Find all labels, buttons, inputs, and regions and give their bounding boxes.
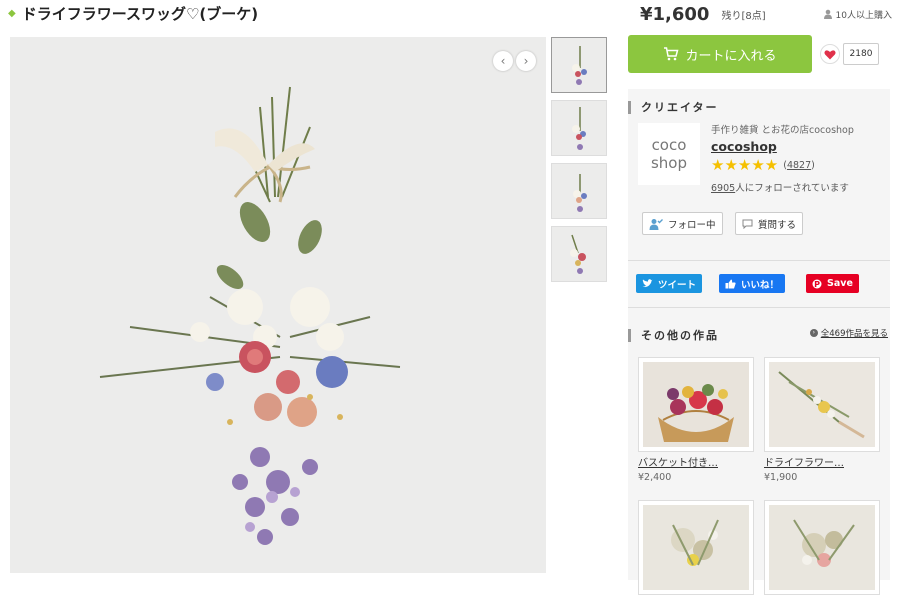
chevron-left-icon[interactable]: ‹ — [493, 51, 513, 71]
save-label: Save — [827, 278, 853, 289]
work-price: ¥1,900 — [764, 472, 798, 483]
bouquet-image — [769, 505, 875, 590]
twitter-icon — [642, 279, 653, 288]
thumbnail-list — [551, 37, 607, 289]
follow-button[interactable]: フォロー中 — [642, 212, 723, 235]
facebook-like-button[interactable]: いいね！ — [719, 274, 786, 293]
divider — [628, 260, 890, 261]
user-icon — [823, 9, 832, 19]
rating: ★★★★★ (4827) — [711, 157, 815, 173]
price-row: ¥1,600 残り[8点] 10人以上購入 — [640, 2, 892, 26]
star-icons: ★★★★★ — [711, 156, 779, 174]
follower-count-link[interactable]: 6905 — [711, 183, 735, 194]
main-product-image[interactable]: ‹ › — [10, 37, 546, 573]
thumbnail-3[interactable] — [551, 163, 607, 219]
add-to-cart-button[interactable]: カートに入れる — [628, 35, 812, 73]
logo-line-2: shop — [650, 154, 688, 172]
question-label: 質問する — [758, 219, 797, 231]
user-check-icon — [649, 218, 663, 230]
follower-suffix: 人にフォローされています — [735, 183, 849, 194]
other-work-item[interactable] — [638, 500, 754, 597]
review-count: (4827) — [783, 159, 815, 171]
stock-count: 残り[8点] — [721, 10, 766, 22]
sidebar-panel: クリエイター coco shop 手作り雑貨 とお花の店cocoshop coc… — [628, 89, 890, 595]
thumbnail-2[interactable] — [551, 100, 607, 156]
chevron-right-icon: › — [809, 329, 818, 337]
section-bar — [628, 100, 631, 114]
price: ¥1,600 — [640, 3, 710, 25]
logo-line-1: coco — [651, 136, 687, 154]
work-thumbnail[interactable] — [764, 500, 880, 595]
shop-logo[interactable]: coco shop — [638, 123, 700, 185]
title-row: ◆ ドライフラワースワッグ♡(ブーケ) — [8, 2, 258, 24]
like-label: いいね！ — [741, 279, 780, 291]
cart-icon — [664, 47, 679, 61]
buyers-count: 10人以上購入 — [823, 8, 892, 21]
other-work-item[interactable]: バスケット付き… ¥2,400 — [638, 357, 754, 483]
thumbnail-1[interactable] — [551, 37, 607, 93]
see-all-works-link[interactable]: › 全469作品を見る — [809, 327, 888, 339]
thumbnail-4[interactable] — [551, 226, 607, 282]
tweet-button[interactable]: ツイート — [636, 274, 703, 293]
tweet-label: ツイート — [658, 279, 697, 291]
work-name-link[interactable]: バスケット付き… — [638, 454, 754, 469]
other-works-label: その他の作品 — [641, 329, 719, 342]
thumbs-up-icon — [725, 279, 736, 288]
work-thumbnail[interactable] — [764, 357, 880, 452]
shop-name-link[interactable]: cocoshop — [711, 139, 777, 154]
cart-label: カートに入れる — [685, 48, 777, 64]
section-bar — [628, 328, 631, 342]
speech-bubble-icon — [742, 219, 753, 229]
dried-flower-image — [769, 362, 875, 447]
work-thumbnail[interactable] — [638, 357, 754, 452]
favorite-count: 2180 — [843, 43, 879, 65]
bouquet-illustration — [10, 37, 546, 573]
work-thumbnail[interactable] — [638, 500, 754, 595]
shop-subtitle: 手作り雑貨 とお花の店cocoshop — [711, 125, 854, 136]
follower-text: 6905人にフォローされています — [711, 180, 849, 194]
work-price: ¥2,400 — [638, 472, 672, 483]
product-title: ドライフラワースワッグ♡(ブーケ) — [21, 4, 259, 23]
heart-icon — [824, 49, 836, 59]
buyers-label: 10人以上購入 — [835, 10, 892, 21]
favorite-button[interactable] — [820, 44, 840, 64]
see-all-label: 全469作品を見る — [820, 329, 888, 339]
svg-text:P: P — [814, 279, 820, 288]
review-count-link[interactable]: 4827 — [787, 160, 811, 171]
other-work-item[interactable] — [764, 500, 880, 597]
bouquet-image — [643, 505, 749, 590]
chevron-right-icon[interactable]: › — [516, 51, 536, 71]
pinterest-save-button[interactable]: P Save — [806, 274, 859, 293]
follow-label: フォロー中 — [668, 219, 716, 231]
work-name-link[interactable]: ドライフラワー… — [764, 454, 880, 469]
pinterest-icon: P — [812, 279, 822, 288]
basket-bouquet-image — [643, 362, 749, 447]
question-button[interactable]: 質問する — [735, 212, 804, 235]
other-works-section-header: その他の作品 — [628, 327, 719, 343]
diamond-icon: ◆ — [8, 7, 16, 19]
divider — [628, 307, 890, 308]
creator-section-label: クリエイター — [641, 101, 719, 114]
other-work-item[interactable]: ドライフラワー… ¥1,900 — [764, 357, 880, 483]
creator-section-header: クリエイター — [628, 99, 719, 115]
